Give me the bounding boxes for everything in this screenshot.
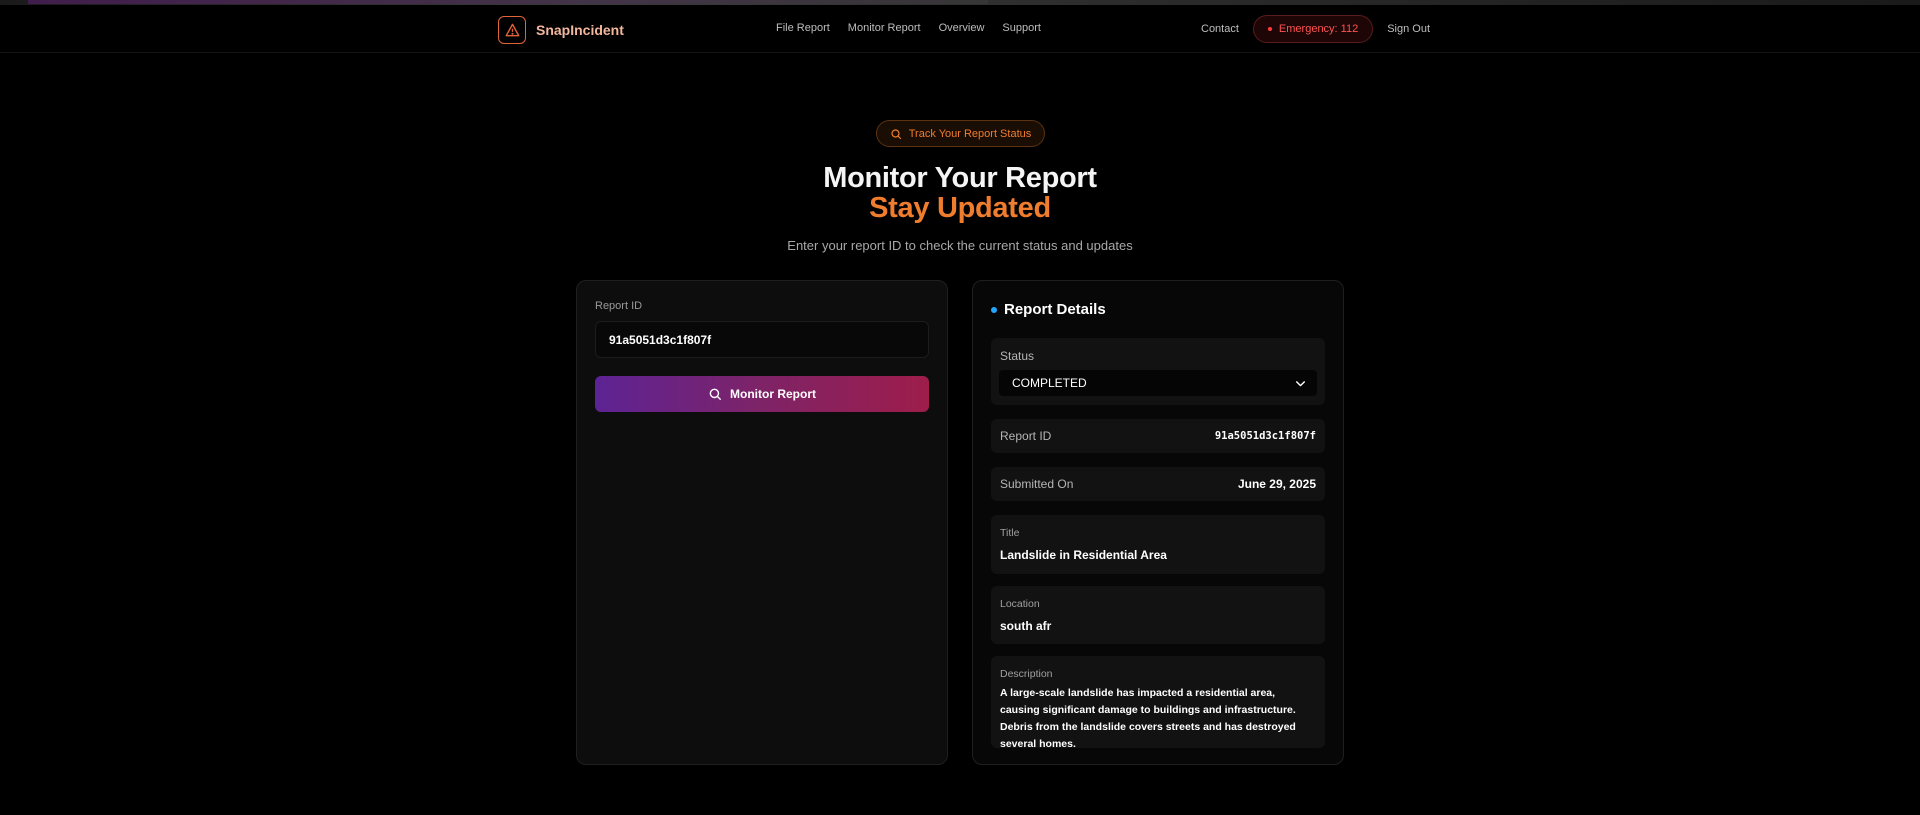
report-id-row-value: 91a5051d3c1f807f: [1214, 430, 1316, 442]
page-title-accent: Stay Updated: [869, 192, 1051, 224]
monitor-report-button-label: Monitor Report: [730, 387, 816, 401]
top-strip-glow: [28, 0, 988, 4]
page-title: Monitor Your Report: [823, 162, 1097, 194]
emergency-dot: [1267, 27, 1272, 31]
status-card: Status COMPLETED: [991, 338, 1325, 405]
status-value: COMPLETED: [1012, 376, 1087, 390]
nav-file-report[interactable]: File Report: [776, 22, 830, 34]
track-status-badge: Track Your Report Status: [876, 120, 1045, 147]
monitor-report-button[interactable]: Monitor Report: [595, 376, 929, 412]
details-dot: [991, 306, 997, 313]
status-select[interactable]: COMPLETED: [999, 370, 1317, 396]
title-card: Title Landslide in Residential Area: [991, 515, 1325, 574]
submitted-on-row: Submitted On June 29, 2025: [991, 467, 1325, 501]
page-subtitle: Enter your report ID to check the curren…: [787, 238, 1133, 253]
warning-triangle-icon: [498, 16, 526, 44]
emergency-button[interactable]: Emergency: 112: [1252, 15, 1374, 43]
search-icon: [891, 128, 901, 139]
chevron-down-icon: [1296, 380, 1305, 386]
description-value: A large-scale landslide has impacted a r…: [1000, 687, 1296, 750]
search-icon: [709, 388, 721, 400]
status-label: Status: [1000, 349, 1035, 363]
report-lookup-panel: Report ID Monitor Report: [576, 280, 948, 765]
brand-name: SnapIncident: [536, 22, 624, 38]
report-details-header: Report Details: [991, 301, 1106, 318]
badge-label: Track Your Report Status: [908, 127, 1032, 140]
report-id-row: Report ID 91a5051d3c1f807f: [991, 419, 1325, 453]
location-label: Location: [1000, 598, 1040, 610]
title-value: Landslide in Residential Area: [1000, 548, 1167, 562]
site-header: SnapIncident File Report Monitor Report …: [0, 5, 1920, 53]
nav-monitor-report[interactable]: Monitor Report: [848, 22, 921, 34]
description-card: Description A large-scale landslide has …: [991, 656, 1325, 750]
report-id-row-label: Report ID: [1000, 429, 1052, 443]
description-label: Description: [1000, 668, 1053, 680]
report-details-panel: Report Details Status COMPLETED Report I…: [972, 280, 1344, 765]
sign-out-link[interactable]: Sign Out: [1387, 23, 1430, 35]
report-id-input[interactable]: [595, 321, 929, 358]
nav-overview[interactable]: Overview: [939, 22, 985, 34]
emergency-label: Emergency: 112: [1278, 23, 1359, 35]
main-nav: File Report Monitor Report Overview Supp…: [776, 22, 1041, 34]
header-actions: Contact Emergency: 112 Sign Out: [1201, 15, 1430, 43]
report-id-label: Report ID: [595, 300, 643, 312]
title-label: Title: [1000, 527, 1020, 539]
contact-link[interactable]: Contact: [1201, 23, 1239, 35]
submitted-on-label: Submitted On: [1000, 477, 1074, 491]
location-value: south afr: [1000, 619, 1052, 633]
location-card: Location south afr: [991, 586, 1325, 644]
report-details-heading: Report Details: [1004, 301, 1106, 318]
submitted-on-value: June 29, 2025: [1237, 477, 1316, 491]
nav-support[interactable]: Support: [1002, 22, 1041, 34]
brand-logo[interactable]: SnapIncident: [498, 16, 624, 44]
